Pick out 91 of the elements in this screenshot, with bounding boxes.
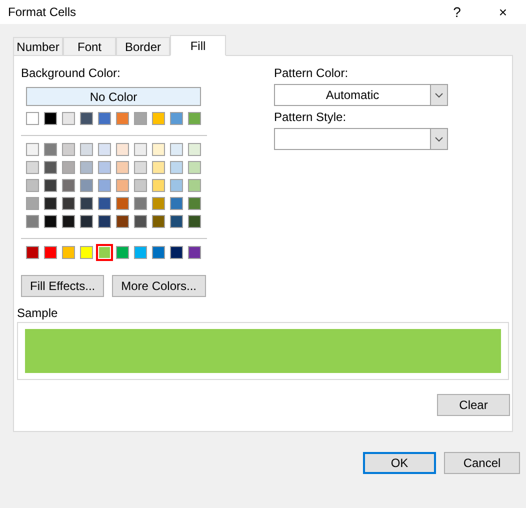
- color-swatch[interactable]: [42, 244, 59, 261]
- color-swatch[interactable]: [132, 213, 149, 230]
- color-swatch[interactable]: [24, 159, 41, 176]
- tab[interactable]: Border: [116, 37, 170, 55]
- color-swatch[interactable]: [150, 213, 167, 230]
- color-swatch[interactable]: [24, 213, 41, 230]
- color-swatch[interactable]: [132, 244, 149, 261]
- color-swatch[interactable]: [78, 159, 95, 176]
- color-swatch[interactable]: [96, 110, 113, 127]
- color-swatch[interactable]: [186, 141, 203, 158]
- color-swatch[interactable]: [186, 110, 203, 127]
- color-swatch[interactable]: [24, 244, 41, 261]
- color-swatch[interactable]: [168, 213, 185, 230]
- dialog-button[interactable]: Fill Effects...: [21, 275, 104, 297]
- color-swatch[interactable]: [24, 177, 41, 194]
- color-swatch[interactable]: [150, 110, 167, 127]
- help-button[interactable]: ?: [434, 0, 480, 24]
- color-swatch[interactable]: [42, 110, 59, 127]
- color-swatch[interactable]: [150, 195, 167, 212]
- color-swatch[interactable]: [168, 195, 185, 212]
- color-swatch[interactable]: [114, 141, 131, 158]
- color-swatch[interactable]: [42, 195, 59, 212]
- color-swatch[interactable]: [150, 159, 167, 176]
- color-swatch[interactable]: [78, 141, 95, 158]
- color-swatch[interactable]: [96, 195, 113, 212]
- color-swatch[interactable]: [60, 110, 77, 127]
- background-color-label: Background Color:: [21, 66, 122, 81]
- color-swatch[interactable]: [42, 141, 59, 158]
- color-swatch[interactable]: [42, 213, 59, 230]
- pattern-style-dropdown[interactable]: [274, 128, 448, 150]
- color-swatch[interactable]: [60, 141, 77, 158]
- color-swatch[interactable]: [96, 244, 113, 261]
- color-swatch[interactable]: [60, 177, 77, 194]
- color-swatch[interactable]: [96, 141, 113, 158]
- color-swatch[interactable]: [186, 213, 203, 230]
- clear-button[interactable]: Clear: [437, 394, 510, 416]
- color-swatch[interactable]: [78, 195, 95, 212]
- color-swatch[interactable]: [60, 195, 77, 212]
- color-swatch[interactable]: [114, 159, 131, 176]
- sample-label: Sample: [17, 306, 59, 321]
- color-swatch[interactable]: [42, 159, 59, 176]
- color-swatch[interactable]: [186, 195, 203, 212]
- color-swatch[interactable]: [168, 110, 185, 127]
- color-swatch[interactable]: [24, 195, 41, 212]
- chevron-down-icon: [435, 92, 443, 98]
- color-swatch[interactable]: [132, 195, 149, 212]
- color-swatch[interactable]: [168, 141, 185, 158]
- pattern-style-label: Pattern Style:: [274, 110, 348, 125]
- color-swatch[interactable]: [150, 244, 167, 261]
- chevron-down-icon: [435, 136, 443, 142]
- color-swatch[interactable]: [132, 177, 149, 194]
- pattern-color-dropdown[interactable]: Automatic: [274, 84, 448, 106]
- close-button[interactable]: ×: [480, 0, 526, 24]
- color-swatch[interactable]: [24, 141, 41, 158]
- color-swatch[interactable]: [96, 159, 113, 176]
- color-swatch[interactable]: [78, 110, 95, 127]
- color-swatch[interactable]: [60, 244, 77, 261]
- pattern-color-label: Pattern Color:: [274, 66, 350, 81]
- color-swatch[interactable]: [168, 244, 185, 261]
- color-swatch[interactable]: [114, 110, 131, 127]
- window-title: Format Cells: [8, 5, 78, 19]
- color-swatch[interactable]: [78, 177, 95, 194]
- color-swatch[interactable]: [114, 244, 131, 261]
- color-swatch[interactable]: [96, 213, 113, 230]
- tab[interactable]: Font: [63, 37, 116, 55]
- cancel-button[interactable]: Cancel: [444, 452, 520, 474]
- color-swatch[interactable]: [78, 244, 95, 261]
- color-swatch[interactable]: [132, 141, 149, 158]
- color-swatch[interactable]: [168, 177, 185, 194]
- color-swatch[interactable]: [60, 213, 77, 230]
- color-swatch[interactable]: [60, 159, 77, 176]
- color-swatch[interactable]: [24, 110, 41, 127]
- color-swatch[interactable]: [42, 177, 59, 194]
- color-swatch[interactable]: [168, 159, 185, 176]
- ok-button[interactable]: OK: [363, 452, 436, 474]
- color-swatch[interactable]: [186, 244, 203, 261]
- color-swatch[interactable]: [114, 213, 131, 230]
- color-swatch[interactable]: [114, 195, 131, 212]
- color-swatch[interactable]: [150, 177, 167, 194]
- tab[interactable]: Number: [13, 37, 63, 55]
- color-swatch[interactable]: [114, 177, 131, 194]
- tab[interactable]: Fill: [170, 35, 226, 56]
- color-swatch[interactable]: [96, 177, 113, 194]
- color-swatch[interactable]: [150, 141, 167, 158]
- color-swatch[interactable]: [132, 159, 149, 176]
- color-swatch[interactable]: [186, 159, 203, 176]
- color-swatch[interactable]: [132, 110, 149, 127]
- no-color-button[interactable]: No Color: [26, 87, 201, 106]
- dialog-button[interactable]: More Colors...: [112, 275, 206, 297]
- color-swatch[interactable]: [186, 177, 203, 194]
- color-swatch[interactable]: [78, 213, 95, 230]
